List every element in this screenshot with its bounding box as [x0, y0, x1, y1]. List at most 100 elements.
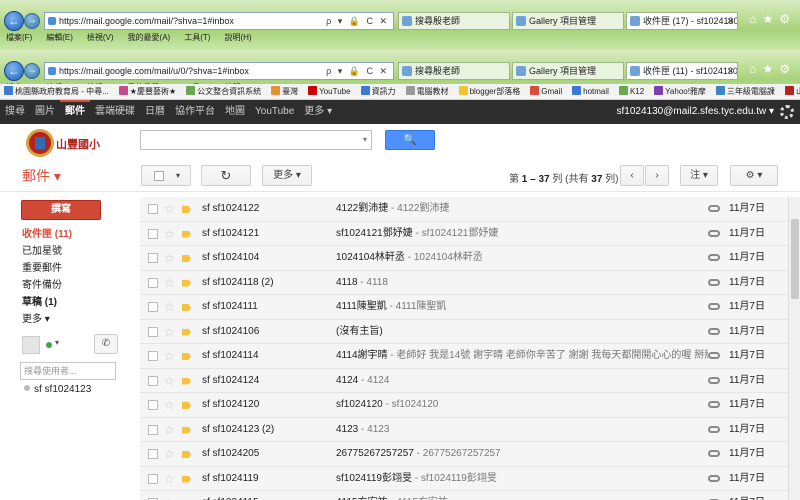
browser-tab[interactable]: Gallery 項目管理	[512, 12, 624, 30]
bookmark-item[interactable]: ★慶豐藝術★	[118, 86, 176, 96]
school-logo[interactable]	[26, 129, 54, 157]
scrollbar-thumb[interactable]	[791, 219, 799, 299]
message-row[interactable]: ☆ sf sf1024120 sf1024120 - sf1024120 11月7日	[140, 393, 788, 418]
chevron-down-icon[interactable]: ▾	[55, 338, 59, 347]
address-bar[interactable]: https://mail.google.com/mail/u/0/?shva=1…	[44, 62, 394, 80]
gbar-item[interactable]: 搜尋	[0, 100, 30, 124]
star-icon[interactable]: ☆	[164, 271, 175, 295]
bookmark-item[interactable]: 臺灣	[271, 86, 298, 96]
star-icon[interactable]: ☆	[164, 393, 175, 417]
row-checkbox[interactable]	[148, 400, 158, 410]
mail-app-switcher[interactable]: 郵件 ▾	[22, 166, 61, 186]
message-row[interactable]: ☆ sf sf1024104 1024104林軒丞 - 1024104林軒丞 11月7…	[140, 246, 788, 271]
tab-close-icon[interactable]: ✕	[726, 13, 734, 29]
bookmark-item[interactable]: K12	[618, 86, 644, 96]
star-icon[interactable]: ☆	[164, 442, 175, 466]
browser-tab-active[interactable]: 收件匣 (17) - sf1024130@...✕	[626, 12, 738, 30]
important-marker-icon[interactable]	[182, 255, 191, 262]
row-checkbox[interactable]	[148, 326, 158, 337]
menu-favorites[interactable]: 我的最愛(A)	[128, 33, 171, 42]
row-checkbox[interactable]	[148, 228, 158, 239]
phone-icon[interactable]: ✆	[94, 334, 118, 354]
bookmark-item[interactable]: Gmail	[530, 86, 562, 96]
important-marker-icon[interactable]	[182, 304, 191, 311]
star-icon[interactable]: ☆	[164, 222, 175, 246]
star-icon[interactable]: ☆	[164, 320, 175, 344]
star-icon[interactable]: ☆	[164, 467, 175, 491]
online-status-icon[interactable]	[46, 342, 52, 348]
address-tools[interactable]: ρ ▾ 🔒 C ✕	[326, 63, 389, 79]
prev-page-button[interactable]: ‹	[620, 165, 644, 186]
address-bar[interactable]: https://mail.google.com/mail/?shva=1#inb…	[44, 12, 394, 30]
account-menu[interactable]: sf1024130@mail2.sfes.tyc.edu.tw ▾	[617, 100, 774, 124]
refresh-button[interactable]: ↻	[201, 165, 251, 186]
scrollbar[interactable]	[788, 197, 800, 500]
address-tools[interactable]: ρ ▾ 🔒 C ✕	[326, 13, 389, 29]
bookmark-item[interactable]: blogger部落格	[458, 86, 520, 96]
home-star-gear-icons[interactable]: ⌂★⚙	[749, 62, 796, 76]
message-row[interactable]: ☆ sf sf1024205 26775267257257 - 2677526725…	[140, 442, 788, 467]
chat-search-input[interactable]: 搜尋使用者...	[20, 362, 116, 380]
star-icon[interactable]: ☆	[164, 246, 175, 270]
row-checkbox[interactable]	[148, 424, 158, 435]
important-marker-icon[interactable]	[182, 426, 191, 434]
gbar-item[interactable]: YouTube	[250, 100, 299, 124]
important-marker-icon[interactable]	[182, 402, 191, 409]
message-row[interactable]: ☆ sf sf1024111 4111陳聖凱 - 4111陳聖凱 11月7日	[140, 295, 788, 320]
message-row[interactable]: ☆ sf sf1024114 4114謝宇晴 - 老師好 我是14號 謝宇晴 老師你…	[140, 344, 788, 369]
back-arrow-icon[interactable]: ←	[4, 61, 24, 81]
gear-icon[interactable]	[780, 105, 794, 119]
bookmark-item[interactable]: 三年級電腦課	[715, 86, 775, 96]
forward-arrow-icon[interactable]: →	[24, 63, 40, 79]
important-marker-icon[interactable]	[182, 279, 191, 287]
row-checkbox[interactable]	[148, 375, 158, 386]
gbar-item[interactable]: 協作平台	[170, 100, 220, 124]
important-marker-icon[interactable]	[182, 475, 191, 483]
avatar[interactable]	[22, 336, 40, 354]
row-checkbox[interactable]	[148, 204, 158, 214]
gbar-item[interactable]: 圖片	[30, 100, 60, 124]
message-row[interactable]: ☆ sf sf1024121 sf1024121鄧妤婕 - sf1024121鄧妤婕…	[140, 221, 788, 246]
row-checkbox[interactable]	[148, 302, 158, 312]
message-row[interactable]: ☆ sf sf1024124 4124 - 4124 11月7日	[140, 368, 788, 393]
bookmark-item[interactable]: hotmail	[572, 86, 609, 96]
sidebar-item[interactable]: 已加星號	[0, 243, 138, 260]
bookmark-item[interactable]: 公文整合資訊系統	[186, 86, 261, 96]
message-row[interactable]: ☆ sf sf1024122 4122劉沛捷 - 4122劉沛捷 11月7日	[140, 197, 788, 222]
row-checkbox[interactable]	[148, 253, 158, 263]
important-marker-icon[interactable]	[182, 328, 191, 336]
forward-arrow-icon[interactable]: →	[24, 13, 40, 29]
next-page-button[interactable]: ›	[645, 165, 669, 186]
star-icon[interactable]: ☆	[164, 344, 175, 368]
more-actions-button[interactable]: 更多 ▾	[262, 165, 312, 186]
gbar-item[interactable]: 雲端硬碟	[90, 100, 140, 124]
menu-tools[interactable]: 工具(T)	[184, 33, 210, 42]
row-checkbox[interactable]	[148, 277, 158, 288]
browser-tab-active[interactable]: 收件匣 (11) - sf1024130@...✕	[626, 62, 738, 80]
sidebar-item[interactable]: 收件匣 (11)	[0, 226, 138, 243]
browser-tab[interactable]: 搜尋殷老師	[398, 12, 510, 30]
important-marker-icon[interactable]	[182, 353, 191, 360]
star-icon[interactable]: ☆	[164, 491, 175, 500]
back-arrow-icon[interactable]: ←	[4, 11, 24, 31]
bookmark-item[interactable]: 電腦教材	[405, 86, 449, 96]
message-row[interactable]: ☆ sf sf1024106 (沒有主旨) 11月7日	[140, 319, 788, 344]
menu-view[interactable]: 檢視(V)	[87, 33, 114, 42]
sidebar-item[interactable]: 寄件備份	[0, 277, 138, 294]
home-star-gear-icons[interactable]: ⌂★⚙	[749, 12, 796, 26]
star-icon[interactable]: ☆	[164, 197, 175, 221]
gbar-item[interactable]: 地圖	[220, 100, 250, 124]
input-tools-button[interactable]: 注 ▾	[680, 165, 718, 186]
important-marker-icon[interactable]	[182, 230, 191, 238]
tab-close-icon[interactable]: ✕	[726, 63, 734, 79]
mail-search-input[interactable]: ▾	[140, 130, 372, 150]
search-button[interactable]: 🔍	[385, 130, 435, 150]
bookmark-item[interactable]: 桃園縣政府教育局 - 中尋...	[4, 86, 109, 96]
star-icon[interactable]: ☆	[164, 369, 175, 393]
menu-edit[interactable]: 編輯(E)	[46, 33, 73, 42]
menu-help[interactable]: 說明(H)	[224, 33, 251, 42]
chevron-down-icon[interactable]: ▾	[363, 135, 367, 144]
important-marker-icon[interactable]	[182, 451, 191, 458]
row-checkbox[interactable]	[148, 473, 158, 484]
bookmark-item[interactable]: 山豐國小	[784, 86, 800, 96]
